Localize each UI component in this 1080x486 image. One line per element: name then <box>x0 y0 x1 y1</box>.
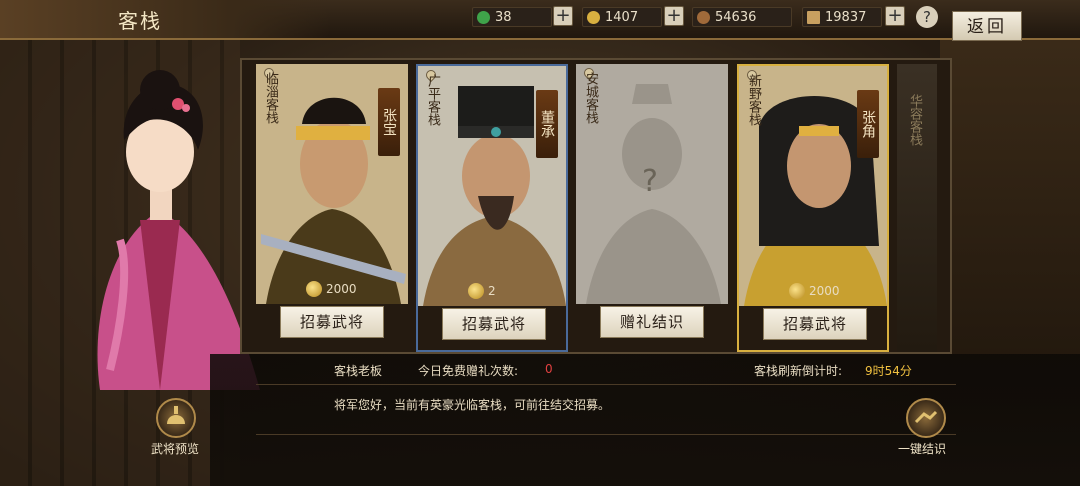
inn-location: 临淄客栈 <box>263 72 278 124</box>
gold-coin-icon <box>468 283 484 299</box>
inn-card-5-partial[interactable]: 华容客栈 <box>897 64 937 352</box>
add-gold-button[interactable]: + <box>664 6 684 26</box>
free-gift-label: 今日免费赠礼次数: <box>418 364 519 378</box>
inn-card-2[interactable]: 广平客栈 董承 2 招募武将 <box>416 64 568 352</box>
top-bar: 客栈 38 + 1407 + 54636 19837 + ? <box>0 0 1080 40</box>
add-jade-button[interactable]: + <box>553 6 573 26</box>
grain-icon <box>807 11 820 24</box>
handshake-icon <box>914 410 938 424</box>
inn-location: 广平客栈 <box>425 74 440 126</box>
jade-resource: 38 <box>472 7 552 27</box>
cost-value: 2000 <box>809 284 840 298</box>
hero-name: 张角 <box>857 90 879 158</box>
unknown-hero-mark: ? <box>642 164 658 199</box>
divider <box>256 384 956 385</box>
inn-card-3[interactable]: ? 安城客栈 赠礼结识 <box>576 64 728 352</box>
gold-resource: 1407 <box>582 7 662 27</box>
innkeeper-portrait <box>97 70 260 390</box>
gold-value: 1407 <box>605 10 639 25</box>
hero-preview-button[interactable] <box>156 398 196 438</box>
gift-befriend-button[interactable]: 赠礼结识 <box>600 306 704 338</box>
copper-value: 54636 <box>715 10 757 25</box>
hero-name: 张宝 <box>378 88 400 156</box>
help-button[interactable]: ? <box>916 6 938 28</box>
refresh-countdown-label: 客栈刷新倒计时: <box>754 364 843 378</box>
recruit-button[interactable]: 招募武将 <box>442 308 546 340</box>
cost-value: 2 <box>488 284 496 298</box>
recruit-cost: 2000 <box>306 280 357 298</box>
speaker-label: 客栈老板 <box>334 364 383 378</box>
gold-coin-icon <box>587 11 600 24</box>
recruit-cost: 2000 <box>789 282 840 300</box>
recruit-button[interactable]: 招募武将 <box>280 306 384 338</box>
inn-location: 新野客栈 <box>746 74 761 126</box>
page-title: 客栈 <box>118 9 162 33</box>
one-click-befriend-button[interactable] <box>906 398 946 438</box>
grain-resource: 19837 <box>802 7 882 27</box>
one-click-befriend-label: 一键结识 <box>898 442 947 456</box>
gold-coin-icon <box>306 281 322 297</box>
hero-name: 董承 <box>536 90 558 158</box>
add-grain-button[interactable]: + <box>885 6 905 26</box>
divider <box>256 434 956 435</box>
inn-location: 华容客栈 <box>907 94 922 146</box>
gold-coin-icon <box>789 283 805 299</box>
copper-resource: 54636 <box>692 7 792 27</box>
title-plate <box>0 0 330 38</box>
hero-preview-label: 武将预览 <box>151 442 200 456</box>
innkeeper-message: 将军您好，当前有英豪光临客栈，可前往结交招募。 <box>334 398 611 412</box>
inn-location: 安城客栈 <box>583 72 598 124</box>
inn-card-1[interactable]: 临淄客栈 张宝 2000 招募武将 <box>256 64 408 352</box>
jade-icon <box>477 11 490 24</box>
inn-card-4[interactable]: 新野客栈 张角 2000 招募武将 <box>737 64 889 352</box>
back-button[interactable]: 返回 <box>952 11 1022 41</box>
grain-value: 19837 <box>825 10 867 25</box>
recruit-button[interactable]: 招募武将 <box>763 308 867 340</box>
jade-value: 38 <box>495 10 512 25</box>
cost-value: 2000 <box>326 282 357 296</box>
free-gift-count: 0 <box>545 362 553 376</box>
inn-screen: 客栈 38 + 1407 + 54636 19837 + ? 返回 临淄客栈 张… <box>0 0 1080 486</box>
recruit-cost: 2 <box>468 282 496 300</box>
copper-coin-icon <box>697 11 710 24</box>
refresh-countdown-time: 9时54分 <box>865 364 912 378</box>
helmet-icon <box>167 406 185 424</box>
